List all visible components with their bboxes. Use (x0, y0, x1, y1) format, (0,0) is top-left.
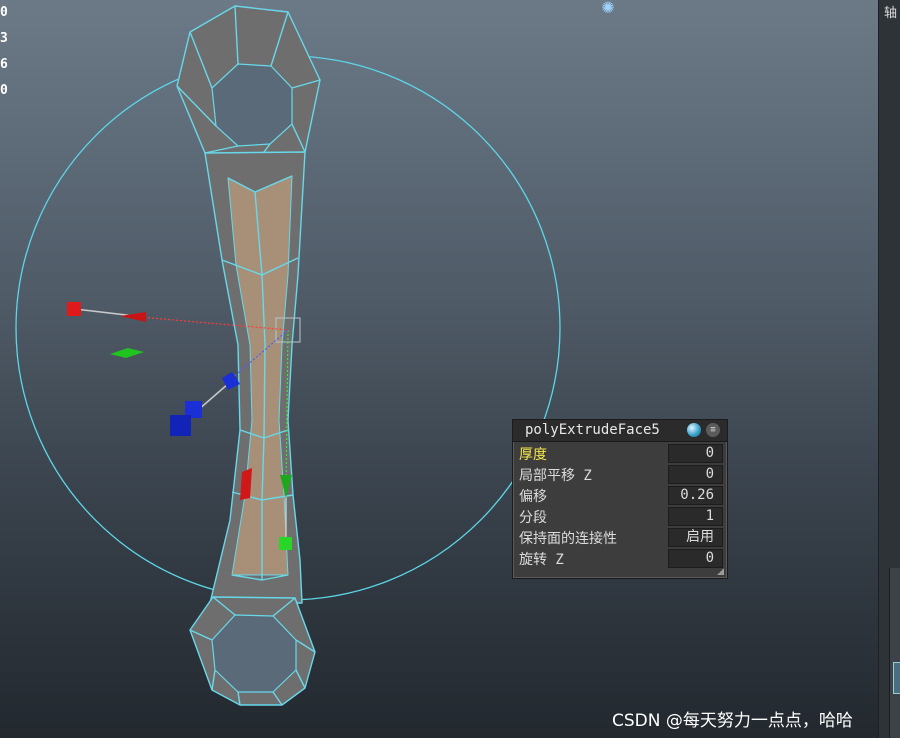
x-scale-stem (74, 308, 136, 317)
3d-viewport[interactable] (0, 0, 880, 738)
hud-row-label: 保持面的连接性 (519, 531, 617, 547)
hud-title: polyExtrudeFace5 (525, 422, 660, 438)
hud-row-label: 分段 (519, 510, 547, 526)
viewport-scene[interactable] (0, 0, 880, 738)
hud-row-value[interactable]: 0.26 (668, 486, 723, 505)
x-axis-cone[interactable] (120, 312, 146, 322)
hud-row-label: 局部平移 Z (519, 468, 592, 484)
hud-row-label: 偏移 (519, 489, 547, 505)
hud-row-label: 厚度 (519, 447, 547, 463)
side-panel-edge (889, 568, 900, 738)
extrude-hud-panel[interactable]: polyExtrudeFace5 ≡ 厚度 0 局部平移 Z 0 偏移 0.26… (512, 419, 728, 579)
hud-row-divisions[interactable]: 分段 1 (516, 506, 723, 527)
hud-number: 0 (0, 83, 8, 98)
watermark: CSDN @每天努力一点点，哈哈 (612, 711, 853, 731)
right-side-panel: 轴 (878, 0, 900, 738)
z-scale-stem (197, 383, 229, 411)
viewport-hud-numbers: 0 3 6 0 (0, 0, 8, 104)
resize-grip-icon[interactable] (717, 568, 724, 575)
hud-number: 0 (0, 5, 8, 20)
hud-row-local-translate-z[interactable]: 局部平移 Z 0 (516, 464, 723, 485)
sphere-icon[interactable] (687, 423, 701, 437)
axis-panel-label: 轴 (884, 6, 898, 21)
hud-row-rotate-z[interactable]: 旋转 Z 0 (516, 548, 723, 569)
xz-plane-handle[interactable] (110, 348, 144, 358)
hud-number: 3 (0, 31, 8, 46)
side-panel-tab[interactable] (893, 662, 900, 694)
menu-icon[interactable]: ≡ (706, 423, 720, 437)
hud-header[interactable]: polyExtrudeFace5 ≡ (513, 420, 727, 442)
hud-row-thickness[interactable]: 厚度 0 (516, 443, 723, 464)
wrench-mesh[interactable] (176, 5, 321, 706)
spinner-icon: ✺ (601, 0, 615, 17)
hud-row-value[interactable]: 1 (668, 507, 723, 526)
z-scale-cube-large[interactable] (170, 415, 191, 436)
hud-row-keep-faces-together[interactable]: 保持面的连接性 启用 (516, 527, 723, 548)
hud-row-value[interactable]: 启用 (668, 528, 723, 547)
x-scale-cube[interactable] (67, 302, 81, 316)
hud-row-label: 旋转 Z (519, 552, 564, 568)
hud-row-value[interactable]: 0 (668, 465, 723, 484)
y-scale-cube[interactable] (279, 537, 292, 550)
wrench-top-hole (211, 63, 293, 147)
hud-row-offset[interactable]: 偏移 0.26 (516, 485, 723, 506)
hud-row-value[interactable]: 0 (668, 444, 723, 463)
hud-number: 6 (0, 57, 8, 72)
hud-row-value[interactable]: 0 (668, 549, 723, 568)
